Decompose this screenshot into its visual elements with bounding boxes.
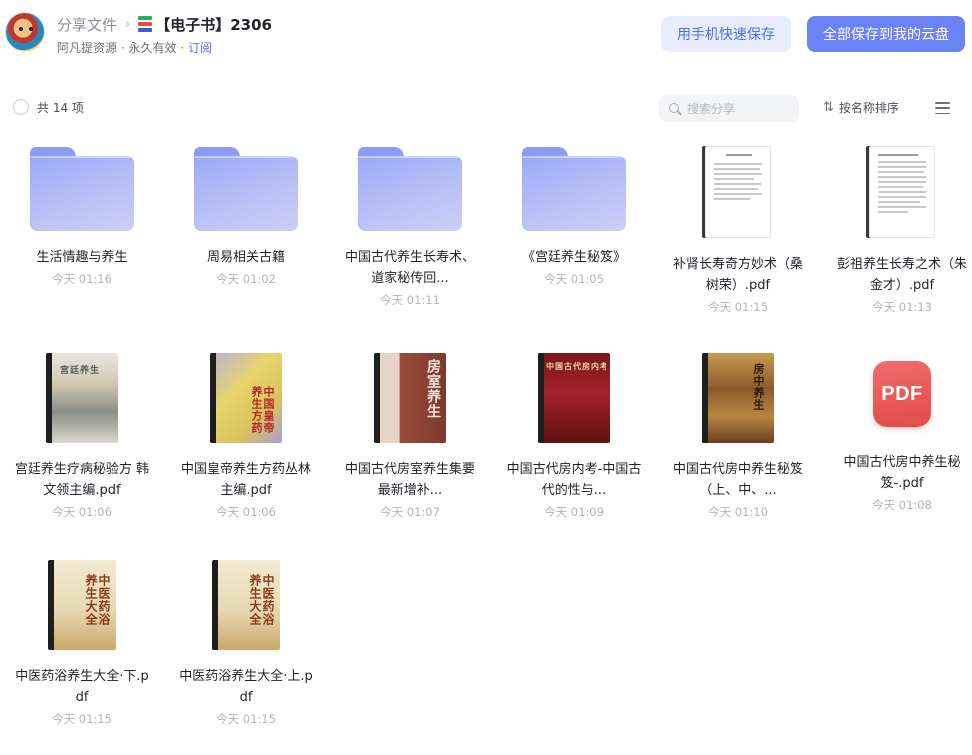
share-meta: 阿凡提资源 · 永久有效 · 订阅 [57, 39, 212, 56]
file-name: 中医药浴养生大全·下.pdf [15, 669, 149, 705]
folder-icon [30, 147, 134, 231]
file-time: 今天 01:15 [216, 712, 276, 726]
file-time: 今天 01:09 [544, 505, 604, 519]
book-cover-thumbnail-icon: 宫廷养生 [46, 353, 118, 443]
cover-title: 中医药浴养生大全 [84, 574, 110, 626]
phone-quick-save-button[interactable]: 用手机快速保存 [661, 16, 791, 52]
file-name: 宫廷养生疗病秘验方 韩文领主编.pdf [14, 462, 150, 498]
pdf-badge-text: PDF [881, 382, 923, 405]
document-thumbnail-icon [869, 146, 935, 238]
search-box[interactable] [659, 95, 799, 122]
book-cover-thumbnail-icon: 中国皇帝养生方药 [210, 353, 282, 443]
subscribe-link[interactable]: 订阅 [188, 41, 212, 55]
folder-title: 【电子书】2306 [155, 15, 272, 34]
pdf-icon: PDF [873, 361, 931, 427]
file-name: 中国古代房中养生秘笈-.pdf [843, 455, 961, 491]
file-time: 今天 01:10 [708, 505, 768, 519]
file-time: 今天 01:07 [380, 505, 440, 519]
book-cover-thumbnail-icon: 中国古代房内考 [538, 353, 610, 443]
ebook-folder-icon [138, 16, 153, 32]
cover-title: 房中养生 [752, 363, 765, 411]
file-item-pdf[interactable]: 房室养生 中国古代房室养生集要 最新增补... 今天 01:07 [328, 353, 492, 520]
file-time: 今天 01:06 [52, 505, 112, 519]
book-cover-thumbnail-icon: 房室养生 [374, 353, 446, 443]
meta-separator: · [180, 41, 185, 55]
meta-separator: · [120, 41, 125, 55]
book-cover-thumbnail-icon: 中医药浴养生大全 [212, 560, 280, 650]
breadcrumb: 分享文件 › 【电子书】2306 [57, 13, 272, 35]
file-item-pdf[interactable]: PDF 中国古代房中养生秘笈-.pdf 今天 01:08 [820, 361, 972, 513]
sort-label: 按名称排序 [838, 101, 899, 115]
owner-avatar[interactable] [5, 12, 45, 52]
owner-name[interactable]: 阿凡提资源 [57, 41, 117, 55]
file-name: 《宫廷养生秘笈》 [521, 250, 626, 265]
file-item-pdf[interactable]: 房中养生 中国古代房中养生秘笈（上、中、... 今天 01:10 [656, 353, 820, 520]
file-time: 今天 01:05 [544, 272, 604, 286]
book-cover-thumbnail-icon: 房中养生 [702, 353, 774, 443]
folder-icon [194, 147, 298, 231]
cover-title: 宫廷养生 [60, 366, 101, 376]
file-name: 中国古代房室养生集要 最新增补... [344, 462, 475, 498]
book-cover-thumbnail-icon: 中医药浴养生大全 [48, 560, 116, 650]
file-item-folder[interactable]: 中国古代养生长寿术、道家秘传回... 今天 01:11 [328, 147, 492, 308]
file-time: 今天 01:15 [708, 300, 768, 314]
file-name: 周易相关古籍 [206, 250, 285, 265]
file-time: 今天 01:02 [216, 272, 276, 286]
file-name: 中国古代房中养生秘笈（上、中、... [672, 462, 803, 498]
share-header: 分享文件 › 【电子书】2306 阿凡提资源 · 永久有效 · 订阅 用手机快速… [0, 0, 972, 80]
file-item-pdf[interactable]: 彭祖养生长寿之术（朱金才）.pdf 今天 01:13 [820, 146, 972, 315]
folder-icon [522, 147, 626, 231]
validity-text: 永久有效 [128, 41, 177, 55]
breadcrumb-separator-icon: › [125, 16, 131, 32]
file-item-pdf[interactable]: 中国古代房内考 中国古代房内考-中国古代的性与... 今天 01:09 [492, 353, 656, 520]
cover-title: 中国皇帝养生方药 [250, 386, 274, 434]
file-name: 中医药浴养生大全·上.pdf [179, 669, 313, 705]
file-item-pdf[interactable]: 中国皇帝养生方药 中国皇帝养生方药丛林主编.pdf 今天 01:06 [164, 353, 328, 520]
file-item-pdf[interactable]: 中医药浴养生大全 中医药浴养生大全·下.pdf 今天 01:15 [0, 560, 164, 727]
file-item-pdf[interactable]: 中医药浴养生大全 中医药浴养生大全·上.pdf 今天 01:15 [164, 560, 328, 727]
file-name: 中国皇帝养生方药丛林主编.pdf [180, 462, 311, 498]
file-item-folder[interactable]: 周易相关古籍 今天 01:02 [164, 147, 328, 287]
item-count: 共 14 项 [37, 101, 84, 115]
file-item-pdf[interactable]: 补肾长寿奇方妙术（桑树荣）.pdf 今天 01:15 [656, 146, 820, 315]
file-time: 今天 01:13 [872, 300, 932, 314]
file-item-folder[interactable]: 《宫廷养生秘笈》 今天 01:05 [492, 147, 656, 287]
file-item-pdf[interactable]: 宫廷养生 宫廷养生疗病秘验方 韩文领主编.pdf 今天 01:06 [0, 353, 164, 520]
search-input[interactable] [687, 101, 787, 116]
cover-title: 中国古代房内考 [546, 361, 606, 371]
select-all-checkbox[interactable] [13, 99, 29, 115]
file-name: 中国古代养生长寿术、道家秘传回... [344, 250, 475, 286]
file-name: 彭祖养生长寿之术（朱金才）.pdf [836, 257, 967, 293]
sort-by-name-button[interactable]: ⇅ 按名称排序 [823, 99, 899, 116]
cover-title: 中医药浴养生大全 [248, 574, 274, 626]
file-name: 生活情趣与养生 [36, 250, 128, 265]
file-time: 今天 01:16 [52, 272, 112, 286]
save-all-to-cloud-button[interactable]: 全部保存到我的云盘 [807, 16, 965, 52]
document-thumbnail-icon [705, 146, 771, 238]
list-view-menu-icon[interactable] [935, 102, 950, 114]
file-time: 今天 01:11 [380, 293, 440, 307]
file-name: 补肾长寿奇方妙术（桑树荣）.pdf [672, 257, 803, 293]
cover-title: 房室养生 [425, 359, 441, 419]
file-time: 今天 01:06 [216, 505, 276, 519]
sort-icon: ⇅ [823, 100, 834, 115]
file-name: 中国古代房内考-中国古代的性与... [506, 462, 642, 498]
breadcrumb-parent-link[interactable]: 分享文件 [57, 14, 117, 35]
file-item-folder[interactable]: 生活情趣与养生 今天 01:16 [0, 147, 164, 287]
file-time: 今天 01:15 [52, 712, 112, 726]
file-time: 今天 01:08 [872, 498, 932, 512]
folder-icon [358, 147, 462, 231]
search-icon [669, 102, 681, 115]
